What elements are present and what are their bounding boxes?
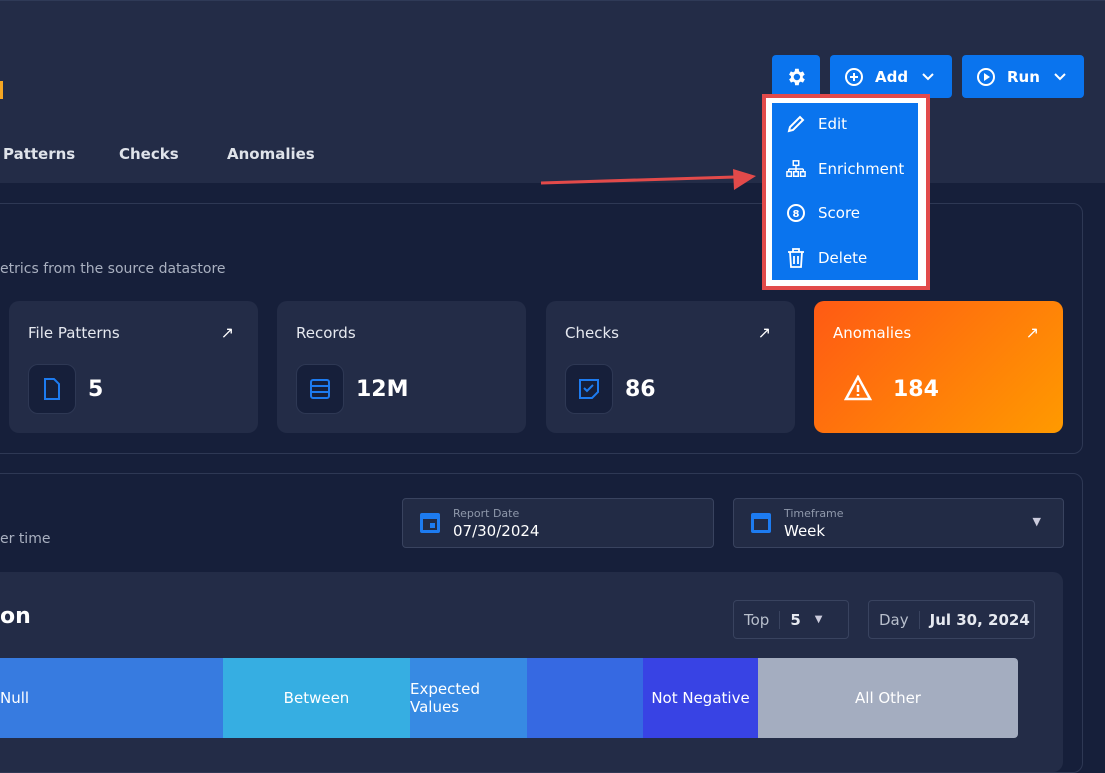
menu-item-label: Enrichment bbox=[818, 160, 905, 178]
hierarchy-icon bbox=[786, 159, 806, 179]
pencil-icon bbox=[786, 115, 806, 133]
svg-text:8: 8 bbox=[793, 209, 800, 220]
menu-item-label: Edit bbox=[818, 115, 848, 133]
trash-icon bbox=[786, 248, 806, 268]
annotation-arrow bbox=[540, 169, 756, 190]
settings-dropdown-menu: Edit Enrichment 8 Score Delete bbox=[772, 103, 918, 280]
menu-item-delete[interactable]: Delete bbox=[786, 248, 867, 268]
menu-item-label: Score bbox=[818, 204, 861, 222]
menu-item-edit[interactable]: Edit bbox=[786, 115, 847, 133]
score-icon: 8 bbox=[786, 203, 806, 223]
menu-item-label: Delete bbox=[818, 249, 868, 267]
menu-item-score[interactable]: 8 Score bbox=[786, 203, 860, 223]
menu-item-enrichment[interactable]: Enrichment bbox=[786, 159, 904, 179]
